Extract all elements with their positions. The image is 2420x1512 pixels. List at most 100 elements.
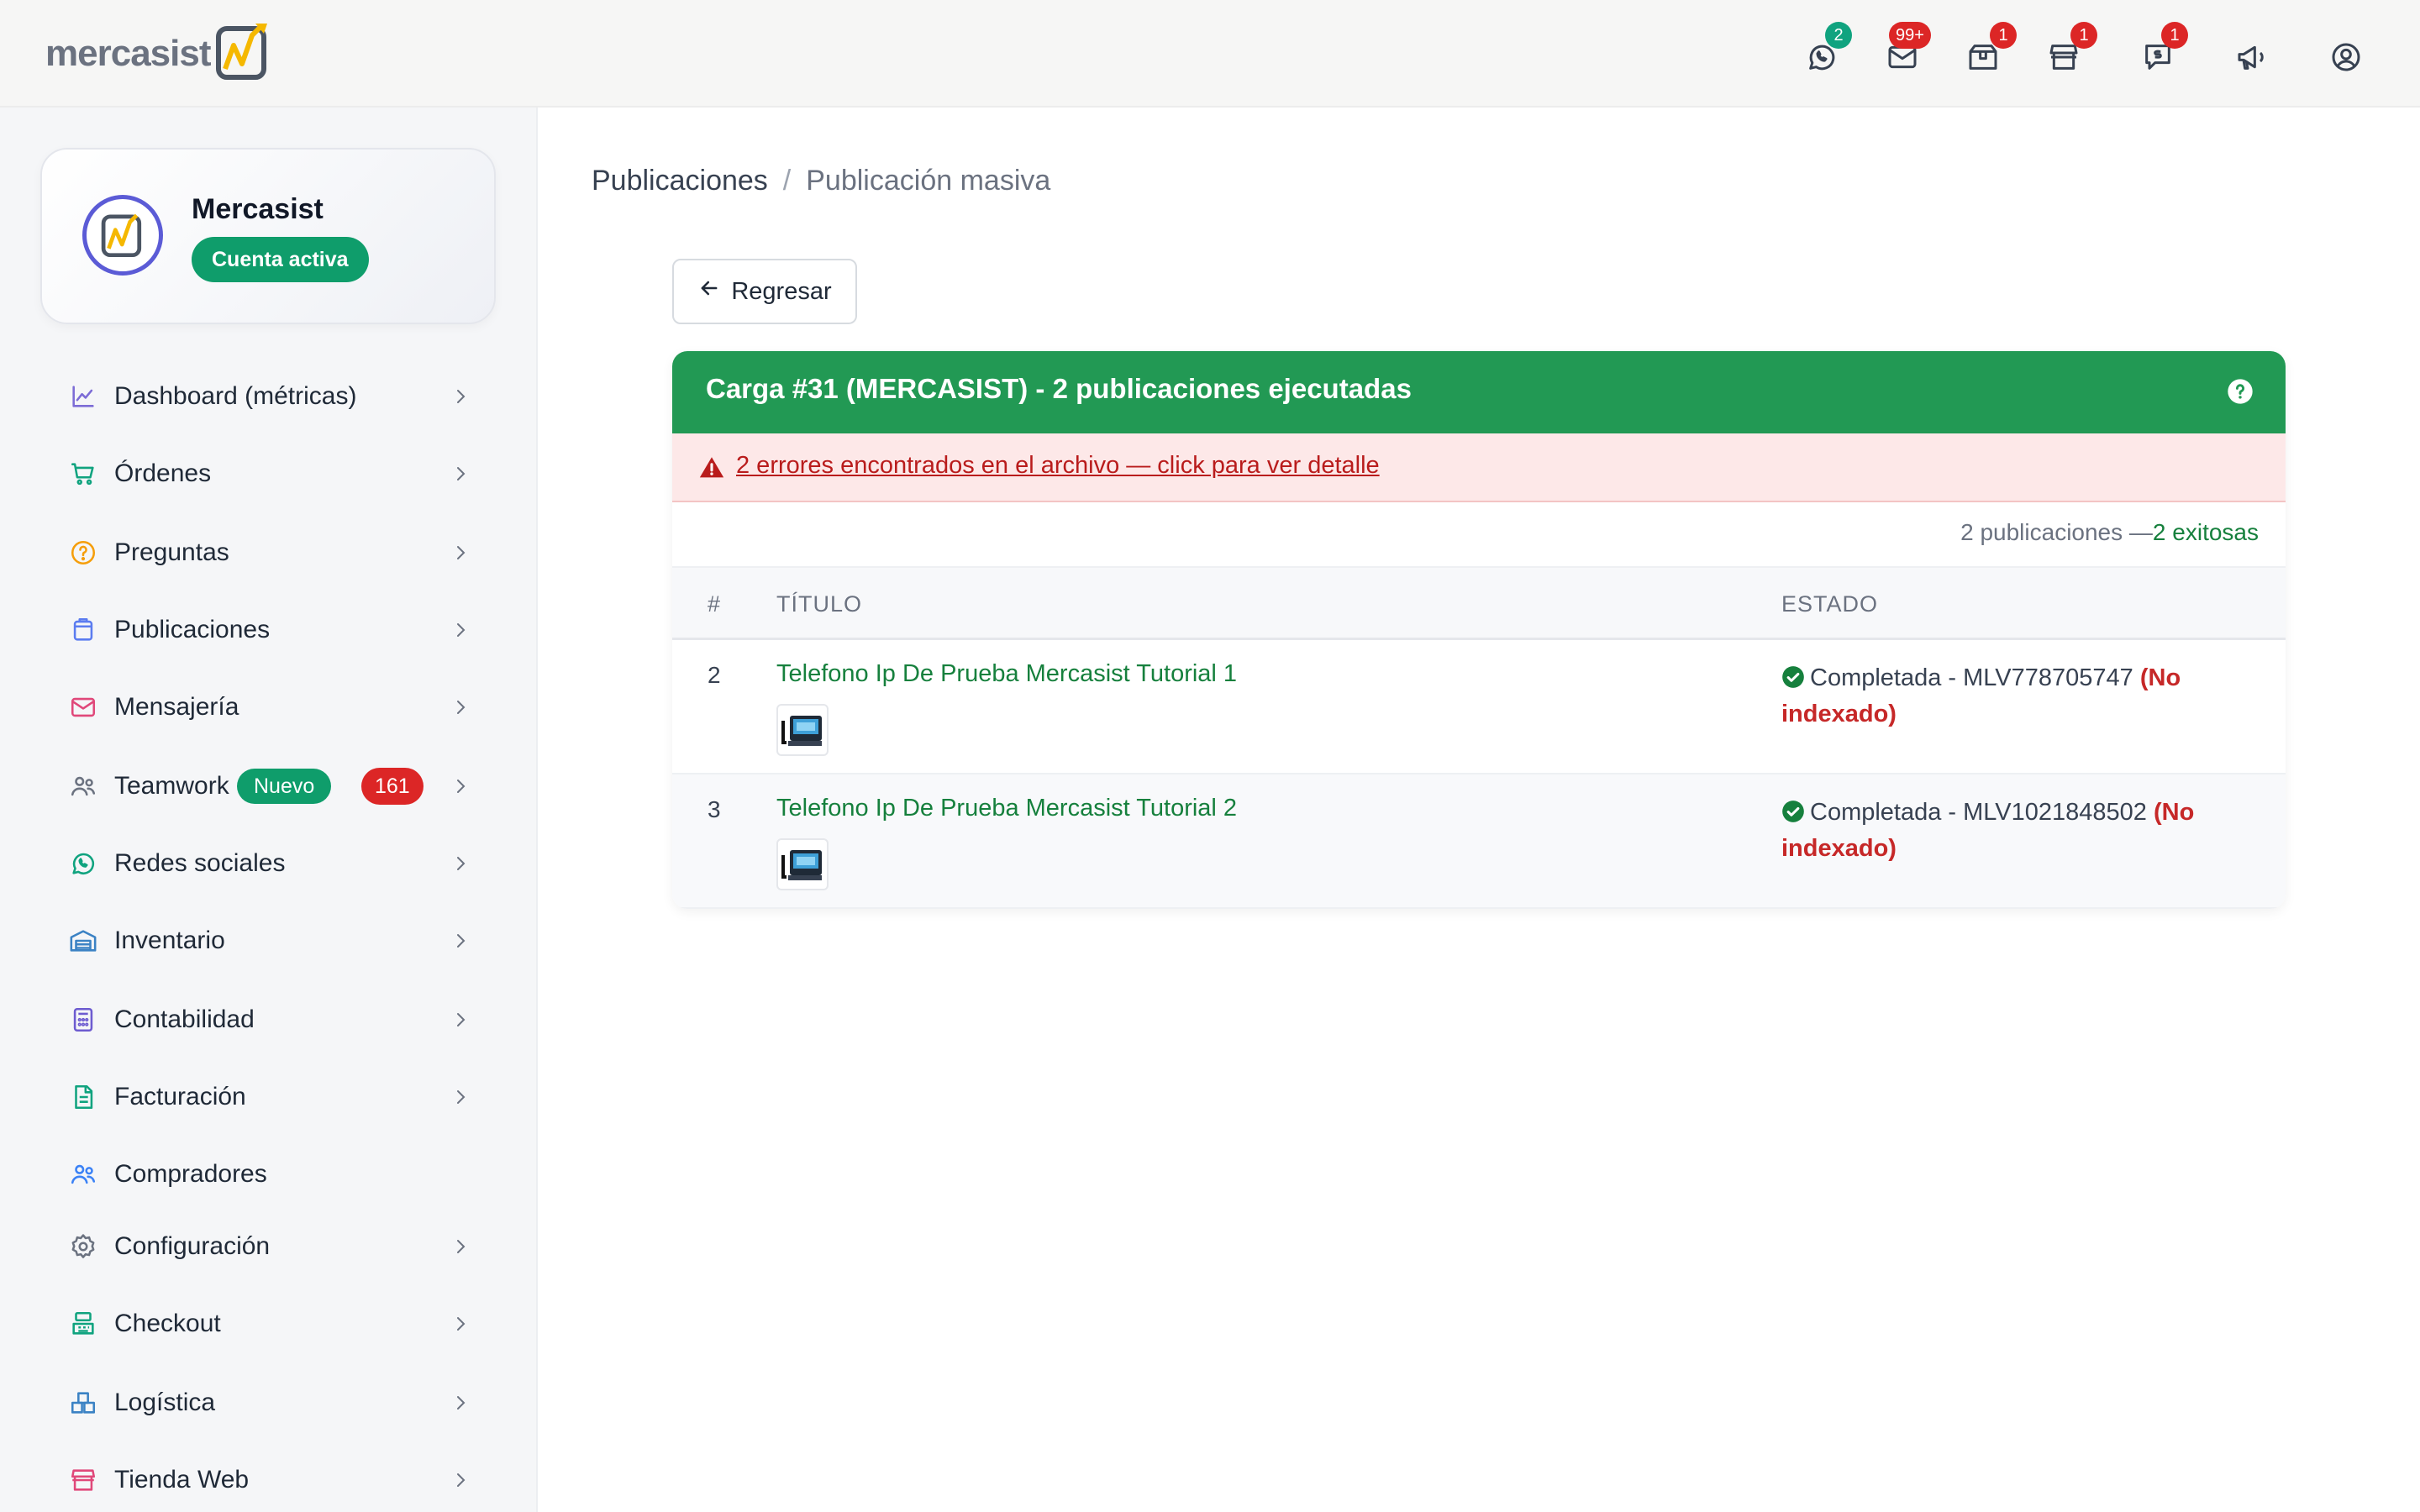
sidebar-item-label: Mensajería — [114, 693, 239, 721]
summary-success: 2 exitosas — [2152, 519, 2259, 545]
sidebar-item-messaging[interactable]: Mensajería — [0, 674, 538, 741]
mail-icon[interactable]: 99+ — [1881, 22, 1931, 79]
sidebar-item-orders[interactable]: Órdenes — [0, 440, 538, 507]
whatsapp-icon — [67, 848, 99, 879]
money-message-badge: 1 — [2161, 22, 2188, 49]
phone-thumbnail[interactable] — [776, 704, 829, 756]
question-circle-icon — [67, 537, 99, 569]
whatsapp-icon[interactable]: 2 — [1800, 22, 1852, 79]
boxes-icon — [67, 1387, 99, 1419]
back-button-label: Regresar — [731, 277, 832, 305]
sidebar-item-inventory[interactable]: Inventario — [0, 907, 538, 974]
buyers-icon — [67, 1158, 99, 1190]
notification-icons: 2 99+ 1 1 1 — [0, 22, 2420, 91]
chevron-right-icon — [450, 1087, 471, 1107]
mail-badge: 99+ — [1889, 22, 1931, 49]
error-details-link[interactable]: 2 errores encontrados en el archivo — cl… — [736, 452, 1380, 480]
breadcrumb: Publicaciones / Publicación masiva — [592, 165, 1050, 197]
arrow-left-icon — [697, 276, 721, 307]
package-badge: 1 — [1990, 22, 2017, 49]
chevron-right-icon — [450, 620, 471, 640]
money-message-icon[interactable]: 1 — [2136, 22, 2188, 79]
card-header: Carga #31 (MERCASIST) - 2 publicaciones … — [672, 351, 2286, 433]
help-icon[interactable] — [2227, 378, 2254, 405]
register-icon — [67, 1308, 99, 1340]
profile-card[interactable]: Mercasist Cuenta activa — [40, 148, 496, 324]
sidebar-item-label: Preguntas — [114, 538, 229, 566]
account-status-badge: Cuenta activa — [192, 237, 369, 282]
sidebar-item-label: Checkout — [114, 1310, 221, 1337]
shop-icon — [67, 1464, 99, 1496]
chevron-right-icon — [450, 543, 471, 563]
row-number: 2 — [708, 662, 721, 688]
team-icon — [67, 770, 99, 802]
sidebar-item-label: Órdenes — [114, 459, 212, 487]
listing-title-link[interactable]: Telefono Ip De Prueba Mercasist Tutorial… — [776, 795, 1237, 822]
sidebar-item-checkout[interactable]: Checkout — [0, 1290, 538, 1357]
chevron-right-icon — [450, 464, 471, 484]
breadcrumb-parent[interactable]: Publicaciones — [592, 165, 768, 197]
warning-icon — [697, 454, 726, 482]
top-bar: mercasist 2 99+ 1 1 1 — [0, 0, 2420, 108]
table-row: 3 Telefono Ip De Prueba Mercasist Tutori… — [672, 774, 2286, 909]
sidebar-item-label: Tienda Web — [114, 1466, 250, 1494]
sidebar-item-label: Contabilidad — [114, 1005, 255, 1033]
whatsapp-badge: 2 — [1825, 22, 1852, 49]
sidebar-item-label: Dashboard (métricas) — [114, 382, 357, 410]
upload-result-card: Carga #31 (MERCASIST) - 2 publicaciones … — [672, 351, 2286, 909]
sidebar-item-social[interactable]: Redes sociales — [0, 830, 538, 897]
sidebar-item-billing[interactable]: Facturación — [0, 1063, 538, 1131]
megaphone-icon[interactable] — [2230, 35, 2274, 79]
chevron-right-icon — [450, 1010, 471, 1030]
profile-name: Mercasist — [192, 193, 324, 225]
error-alert: 2 errores encontrados en el archivo — cl… — [672, 433, 2286, 502]
phone-thumbnail[interactable] — [776, 838, 829, 890]
logo-mark-icon — [101, 213, 142, 258]
results-summary: 2 publicaciones —2 exitosas — [1960, 519, 2259, 546]
store-badge: 1 — [2070, 22, 2097, 49]
chevron-right-icon — [450, 853, 471, 874]
chevron-right-icon — [450, 1236, 471, 1257]
listing-title-link[interactable]: Telefono Ip De Prueba Mercasist Tutorial… — [776, 660, 1237, 688]
chevron-right-icon — [450, 776, 471, 796]
avatar — [82, 195, 163, 276]
sidebar-item-publications[interactable]: Publicaciones — [0, 596, 538, 664]
mail-icon — [67, 691, 99, 723]
row-status: Completada - MLV778705747 (No indexado) — [1781, 660, 2252, 732]
chevron-right-icon — [450, 1393, 471, 1413]
sidebar-item-settings[interactable]: Configuración — [0, 1213, 538, 1280]
summary-total: 2 publicaciones — — [1960, 519, 2153, 545]
user-circle-icon[interactable] — [2324, 35, 2368, 79]
sidebar-item-webshop[interactable]: Tienda Web — [0, 1446, 538, 1512]
warehouse-icon — [67, 925, 99, 957]
row-number: 3 — [708, 796, 721, 822]
sidebar-item-dashboard[interactable]: Dashboard (métricas) — [0, 363, 538, 430]
sidebar-item-buyers[interactable]: Compradores — [0, 1141, 538, 1208]
breadcrumb-current: Publicación masiva — [806, 165, 1051, 197]
sidebar-item-label: Logística — [114, 1389, 216, 1416]
gear-icon — [67, 1231, 99, 1263]
chevron-right-icon — [450, 1314, 471, 1334]
sidebar-item-questions[interactable]: Preguntas — [0, 519, 538, 586]
sidebar-item-label: Publicaciones — [114, 616, 271, 643]
calculator-icon — [67, 1004, 99, 1036]
sidebar-item-label: Inventario — [114, 927, 225, 954]
sidebar-item-logistics[interactable]: Logística — [0, 1369, 538, 1436]
sidebar: Mercasist Cuenta activa Dashboard (métri… — [0, 108, 538, 1512]
package-icon[interactable]: 1 — [1961, 22, 2017, 79]
sidebar-item-teamwork[interactable]: Teamwork Nuevo 161 — [0, 753, 538, 820]
column-header-number: # — [708, 591, 722, 617]
chevron-right-icon — [450, 697, 471, 717]
sidebar-item-label: Facturación — [114, 1083, 246, 1110]
back-button[interactable]: Regresar — [672, 259, 857, 324]
column-header-status: ESTADO — [1781, 591, 1879, 617]
check-circle-icon — [1781, 798, 1805, 822]
table-header: # TÍTULO ESTADO — [672, 566, 2286, 640]
store-icon[interactable]: 1 — [2042, 22, 2097, 79]
bag-icon — [67, 614, 99, 646]
invoice-icon — [67, 1081, 99, 1113]
table-row: 2 Telefono Ip De Prueba Mercasist Tutori… — [672, 640, 2286, 774]
sidebar-item-accounting[interactable]: Contabilidad — [0, 986, 538, 1053]
row-status: Completada - MLV1021848502 (No indexado) — [1781, 795, 2252, 867]
chevron-right-icon — [450, 386, 471, 407]
